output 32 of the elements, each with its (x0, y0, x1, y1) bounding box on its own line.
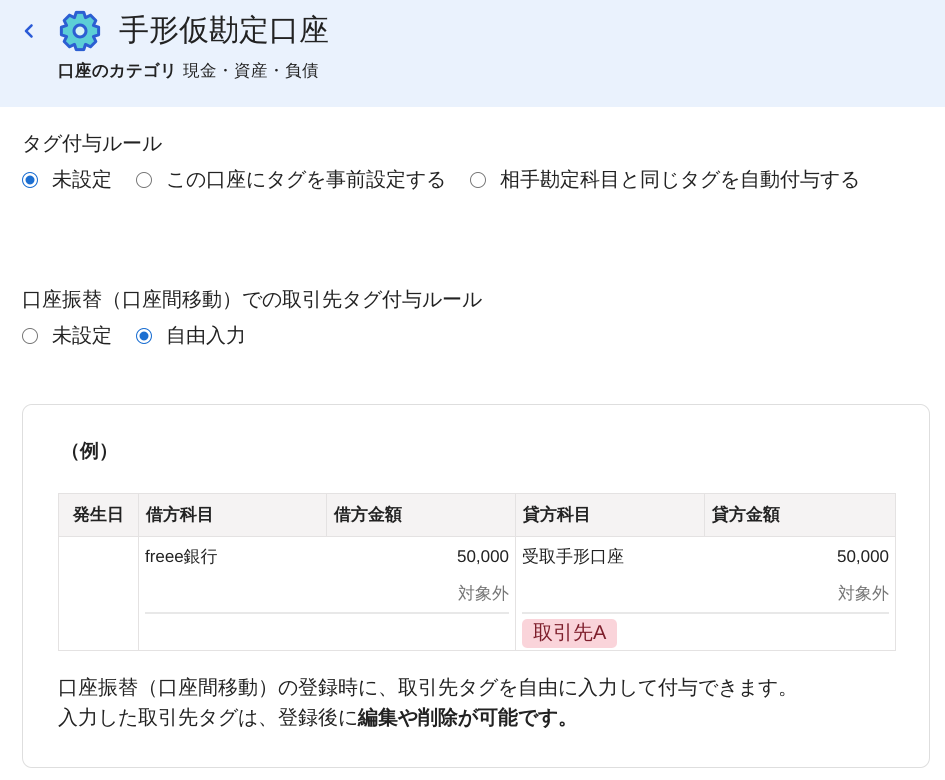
account-name: freee銀行 (145, 546, 218, 568)
back-button[interactable] (22, 21, 36, 41)
option-label[interactable]: 未設定 (52, 167, 112, 193)
category-value: 現金・資産・負債 (183, 61, 319, 82)
option-label[interactable]: 相手勘定科目と同じタグを自動付与する (500, 167, 860, 193)
description-text: 口座振替（口座間移動）の登録時に、取引先タグを自由に入力して付与できます。 (58, 676, 798, 701)
column-header: 貸方金額 (704, 494, 896, 536)
page-title: 手形仮勘定口座 (119, 13, 329, 49)
column-header: 借方金額 (326, 494, 516, 536)
radio-button[interactable] (22, 172, 38, 188)
tax-category: 対象外 (838, 584, 889, 603)
account-name: 受取手形口座 (522, 546, 624, 568)
amount-text: 50,000 (837, 546, 889, 568)
section-label: 口座振替（口座間移動）での取引先タグ付与ルール (22, 288, 482, 313)
option-label[interactable]: 自由入力 (166, 323, 246, 349)
column-header: 貸方科目 (516, 494, 704, 536)
section-label: タグ付与ルール (22, 132, 162, 157)
partner-tag: 取引先A (522, 619, 618, 648)
radio-button[interactable] (136, 172, 152, 188)
gear-icon (59, 10, 101, 52)
category-label: 口座のカテゴリ (58, 60, 177, 82)
option-label[interactable]: この口座にタグを事前設定する (166, 167, 446, 193)
description-text: 入力した取引先タグは、登録後に編集や削除が可能です。 (58, 706, 578, 731)
amount-text: 50,000 (457, 546, 509, 568)
option-label[interactable]: 未設定 (52, 323, 112, 349)
column-header: 発生日 (58, 494, 138, 536)
radio-button[interactable] (22, 328, 38, 344)
tax-category: 対象外 (458, 584, 509, 603)
example-title: （例） (61, 440, 118, 464)
radio-button[interactable] (136, 328, 152, 344)
column-header: 借方科目 (138, 494, 326, 536)
radio-button[interactable] (470, 172, 486, 188)
